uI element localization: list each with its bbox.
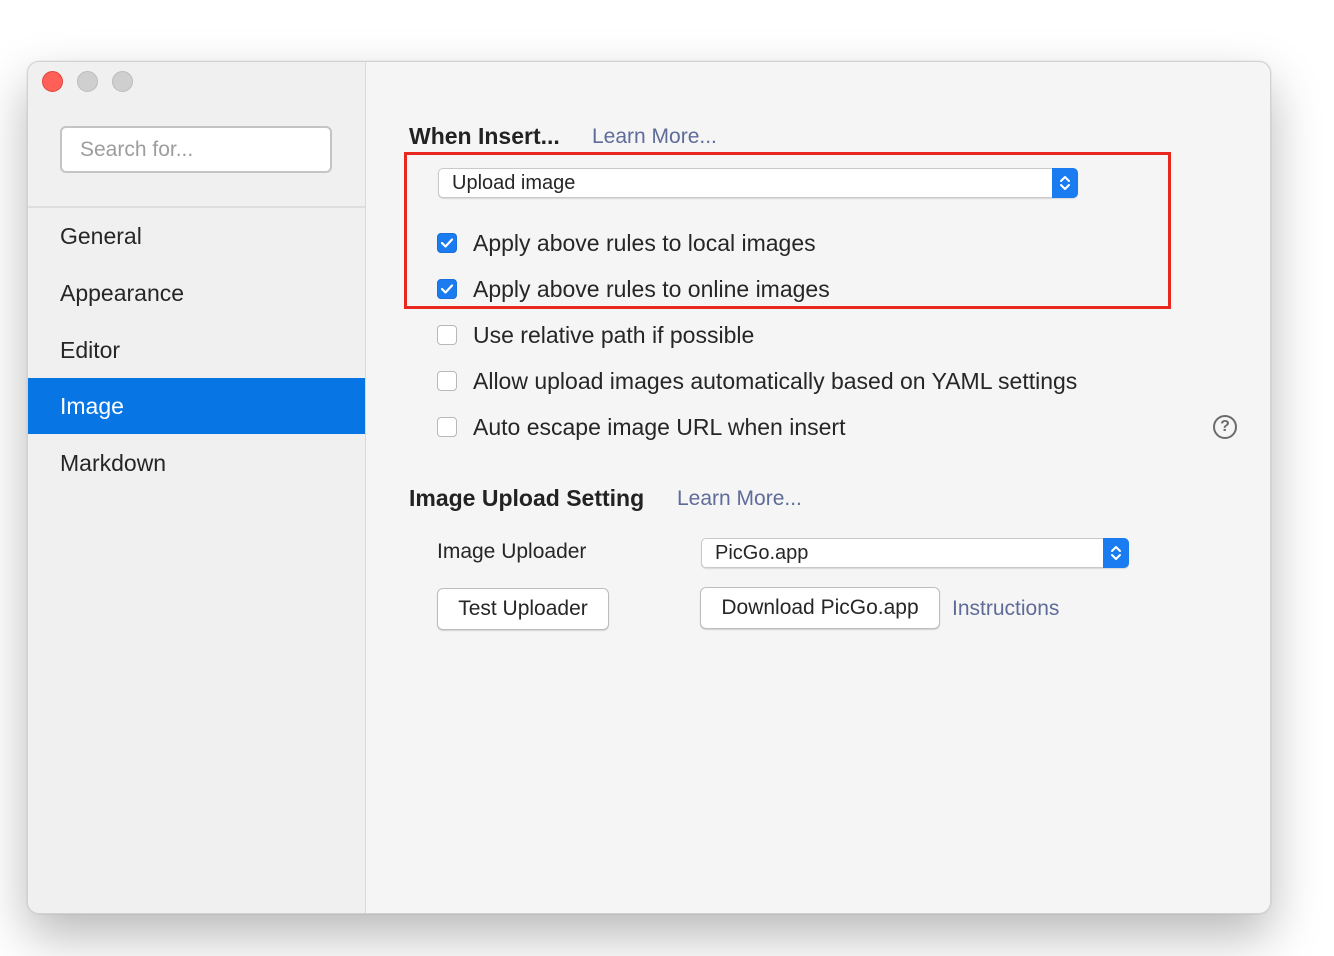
upload-setting-learn-more-link[interactable]: Learn More... (677, 487, 802, 511)
preferences-window: General Appearance Editor Image Markdown… (27, 61, 1271, 914)
test-uploader-button[interactable]: Test Uploader (437, 588, 609, 630)
option-label: Apply above rules to local images (473, 229, 816, 256)
sidebar-item-appearance[interactable]: Appearance (28, 265, 365, 321)
help-icon[interactable]: ? (1213, 415, 1237, 439)
sidebar-item-general[interactable]: General (28, 208, 365, 264)
when-insert-action-select[interactable]: Upload image (438, 168, 1078, 198)
search-input[interactable] (60, 126, 332, 173)
select-arrows-icon (1103, 538, 1129, 568)
checkbox-checked-icon[interactable] (437, 233, 457, 253)
instructions-link[interactable]: Instructions (952, 597, 1059, 621)
settings-pane: When Insert... Learn More... Upload imag… (366, 62, 1270, 913)
option-local-images[interactable]: Apply above rules to local images (437, 228, 816, 258)
sidebar-item-editor[interactable]: Editor (28, 322, 365, 378)
zoom-window-button[interactable] (112, 71, 133, 92)
checkbox-unchecked-icon[interactable] (437, 325, 457, 345)
option-label: Auto escape image URL when insert (473, 413, 846, 440)
download-picgo-button[interactable]: Download PicGo.app (700, 587, 940, 629)
sidebar: General Appearance Editor Image Markdown (28, 62, 366, 913)
checkbox-unchecked-icon[interactable] (437, 371, 457, 391)
option-escape-url[interactable]: Auto escape image URL when insert (437, 412, 845, 442)
image-uploader-label: Image Uploader (437, 540, 587, 563)
option-label: Allow upload images automatically based … (473, 367, 1078, 394)
select-arrows-icon (1052, 168, 1078, 198)
sidebar-item-markdown[interactable]: Markdown (28, 435, 365, 491)
upload-setting-title: Image Upload Setting (409, 485, 645, 511)
when-insert-action-value: Upload image (452, 172, 576, 194)
minimize-window-button[interactable] (77, 71, 98, 92)
sidebar-item-image[interactable]: Image (28, 378, 365, 434)
when-insert-learn-more-link[interactable]: Learn More... (592, 125, 717, 149)
when-insert-title: When Insert... (409, 123, 560, 149)
checkbox-checked-icon[interactable] (437, 279, 457, 299)
option-online-images[interactable]: Apply above rules to online images (437, 274, 830, 304)
close-window-button[interactable] (42, 71, 63, 92)
option-relative-path[interactable]: Use relative path if possible (437, 320, 754, 350)
image-uploader-select[interactable]: PicGo.app (701, 538, 1129, 568)
option-label: Apply above rules to online images (473, 275, 830, 302)
checkbox-unchecked-icon[interactable] (437, 417, 457, 437)
image-uploader-value: PicGo.app (715, 542, 809, 564)
option-yaml-upload[interactable]: Allow upload images automatically based … (437, 366, 1077, 396)
option-label: Use relative path if possible (473, 321, 755, 348)
